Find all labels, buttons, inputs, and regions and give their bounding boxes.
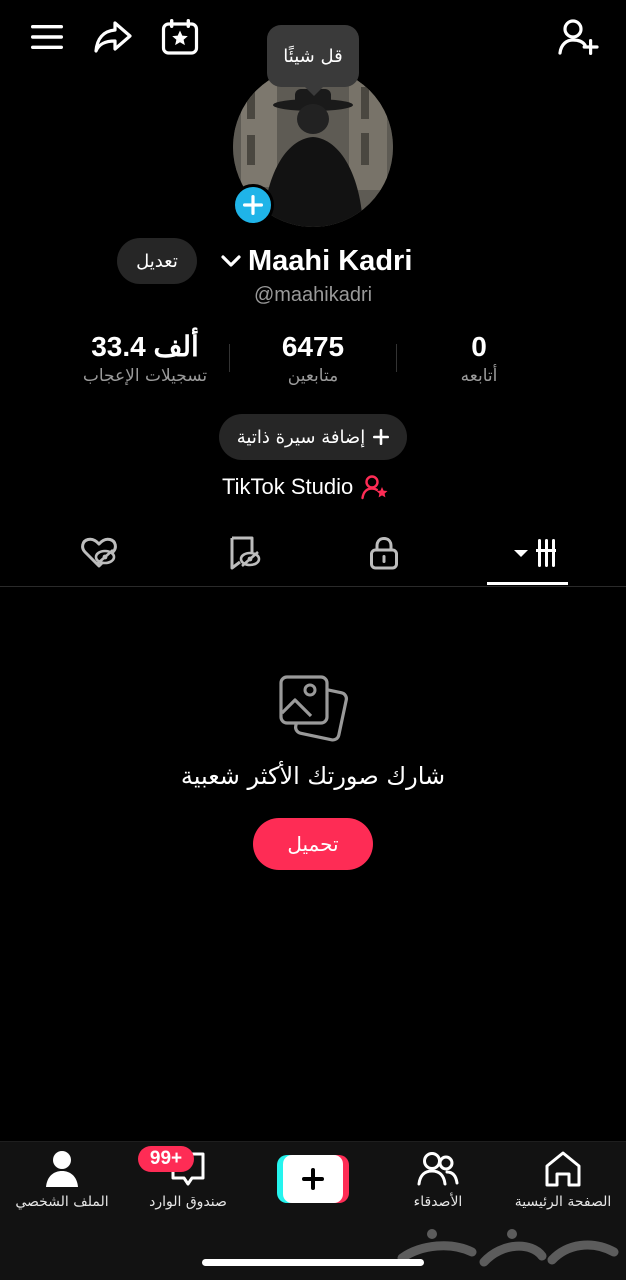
nav-profile[interactable]: الملف الشخصي: [2, 1150, 122, 1210]
nav-profile-label: الملف الشخصي: [15, 1194, 109, 1210]
tooltip-text: قل شيئًا: [283, 45, 343, 67]
nav-inbox-label: صندوق الوارد: [149, 1194, 227, 1210]
liked-hidden-icon: [81, 537, 117, 568]
tooltip-tail: [304, 86, 324, 96]
edit-label: تعديل: [136, 250, 178, 272]
upload-button[interactable]: تحميل: [253, 818, 373, 870]
say-something-tooltip[interactable]: قل شيئًا: [267, 25, 359, 87]
add-bio-button[interactable]: إضافة سيرة ذاتية: [219, 414, 407, 460]
calendar-star-icon[interactable]: [157, 14, 203, 60]
stats-divider: [396, 344, 397, 372]
tabs-divider: [0, 586, 626, 587]
nav-home[interactable]: الصفحة الرئيسية: [503, 1150, 623, 1210]
stat-following-value: 0: [471, 331, 487, 362]
stat-followers[interactable]: 6475 متابعين: [248, 330, 378, 386]
account-switcher[interactable]: Maahi Kadri: [220, 240, 412, 282]
home-indicator[interactable]: [202, 1259, 424, 1266]
stat-following[interactable]: 0 أتابعه: [424, 330, 534, 386]
stat-likes: 33.4 ألف تسجيلات الإعجاب: [70, 330, 220, 386]
plus-icon: [373, 429, 390, 445]
add-friend-icon[interactable]: [556, 14, 602, 60]
tab-private[interactable]: [344, 530, 424, 576]
plus-icon: [243, 195, 263, 215]
photos-icon: [277, 673, 349, 745]
tab-videos[interactable]: [487, 530, 568, 576]
stat-likes-label: تسجيلات الإعجاب: [82, 366, 208, 386]
stat-likes-value: 33.4 ألف: [91, 331, 199, 362]
stat-followers-label: متابعين: [287, 366, 339, 386]
active-tab-indicator: [487, 582, 568, 585]
upload-label: تحميل: [287, 832, 339, 856]
home-icon: [545, 1151, 581, 1187]
tiktok-studio-label: TikTok Studio: [222, 474, 354, 499]
nav-home-label: الصفحة الرئيسية: [514, 1194, 612, 1210]
friends-icon: [417, 1152, 459, 1186]
inbox-count: 99+: [149, 1148, 183, 1169]
favorites-hidden-icon: [230, 536, 261, 570]
nav-friends[interactable]: الأصدقاء: [378, 1150, 498, 1210]
share-icon[interactable]: [90, 14, 136, 60]
chevron-down-icon: [221, 255, 241, 267]
profile-icon: [46, 1151, 78, 1187]
haraj-watermark-logo: [392, 1222, 620, 1274]
menu-icon[interactable]: [24, 14, 70, 60]
create-button[interactable]: [277, 1155, 349, 1203]
display-name: Maahi Kadri: [248, 244, 413, 277]
stats-divider: [229, 344, 230, 372]
tiktok-studio-link[interactable]: TikTok Studio: [222, 470, 389, 504]
username: @maahikadri: [253, 284, 373, 306]
empty-state-title: شارك صورتك الأكثر شعبية: [180, 762, 446, 790]
stat-following-label: أتابعه: [460, 366, 498, 386]
creator-star-icon: [361, 475, 388, 500]
nav-friends-label: الأصدقاء: [413, 1194, 463, 1210]
plus-icon: [302, 1168, 324, 1190]
inbox-count-badge: 99+: [138, 1146, 194, 1172]
add-bio-label: إضافة سيرة ذاتية: [236, 426, 366, 448]
stat-followers-value: 6475: [281, 331, 345, 362]
lock-icon: [370, 536, 398, 570]
grid-icon: [513, 539, 556, 567]
edit-profile-button[interactable]: تعديل: [117, 238, 197, 284]
add-story-button[interactable]: [232, 184, 274, 226]
tab-liked[interactable]: [59, 530, 139, 576]
tab-favorites[interactable]: [203, 530, 283, 576]
